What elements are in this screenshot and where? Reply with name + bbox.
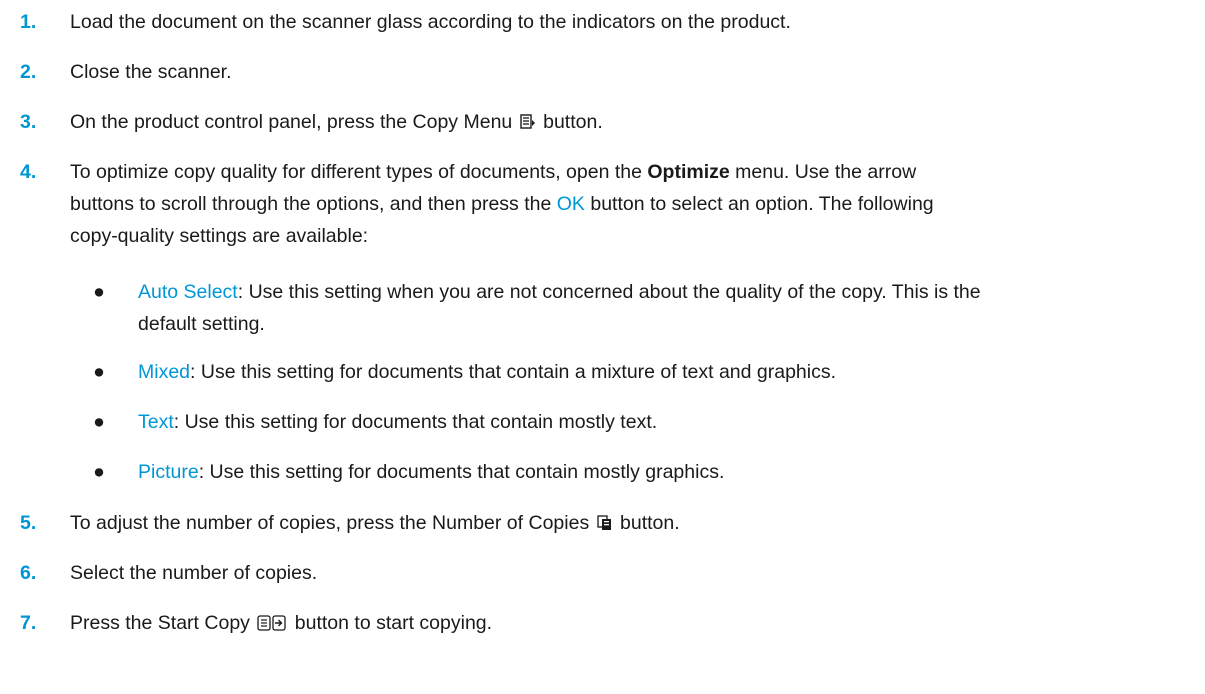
option-name: Picture <box>138 461 199 483</box>
option-description: : Use this setting when you are not conc… <box>237 281 981 303</box>
option-description-cont: default setting. <box>138 313 265 335</box>
bullet-icon: ● <box>93 411 105 433</box>
option-name: Auto Select <box>138 281 238 303</box>
step-number: 6. <box>20 562 37 584</box>
step-number: 7. <box>20 612 37 634</box>
step-text-before: To adjust the number of copies, press th… <box>70 512 590 534</box>
step-number: 2. <box>20 61 37 83</box>
text-run: buttons to scroll through the options, a… <box>70 193 552 215</box>
copy-menu-icon <box>519 114 536 130</box>
option-name: Mixed <box>138 361 191 383</box>
step-4: 4. To optimize copy quality for differen… <box>0 156 1200 256</box>
option-description: : Use this setting for documents that co… <box>190 361 837 383</box>
step-text: Press the Start Copy button to start cop… <box>70 607 1195 639</box>
step-4-line-2: buttons to scroll through the options, a… <box>70 188 1195 220</box>
ok-button-name: OK <box>556 193 585 215</box>
step-4-line-3: copy-quality settings are available: <box>70 225 369 247</box>
option-name: Text <box>138 411 174 433</box>
option-text: Mixed: Use this setting for documents th… <box>138 356 1198 388</box>
text-run: button to select an option. The followin… <box>590 193 934 215</box>
step-text: Close the scanner. <box>70 61 232 83</box>
step-number: 1. <box>20 11 37 33</box>
text-run: menu. Use the arrow <box>735 161 917 183</box>
option-description: : Use this setting for documents that co… <box>198 461 725 483</box>
document-page: 1. Load the document on the scanner glas… <box>0 0 1205 694</box>
step-number: 5. <box>20 512 37 534</box>
option-text: Auto Select: Use this setting when you a… <box>138 276 1198 340</box>
option-text: Text: Use this setting for documents tha… <box>138 406 1198 438</box>
option-text: Picture: Use this setting for documents … <box>138 456 1198 488</box>
step-number: 3. <box>20 111 37 133</box>
step-text: To optimize copy quality for different t… <box>70 156 1195 252</box>
bullet-icon: ● <box>93 361 105 383</box>
start-copy-icon <box>257 615 287 631</box>
step-text: To adjust the number of copies, press th… <box>70 507 1195 539</box>
step-text: Select the number of copies. <box>70 562 318 584</box>
step-text-after: button to start copying. <box>294 612 493 634</box>
step-text-before: Press the Start Copy <box>70 612 250 634</box>
option-auto-select: ● Auto Select: Use this setting when you… <box>0 276 1200 346</box>
step-4-line-1: To optimize copy quality for different t… <box>70 156 1195 188</box>
text-run: To optimize copy quality for different t… <box>70 161 642 183</box>
optimize-menu-name: Optimize <box>647 161 730 183</box>
step-text: Load the document on the scanner glass a… <box>70 11 791 33</box>
number-of-copies-icon <box>596 515 613 531</box>
step-text-after: button. <box>543 111 603 133</box>
step-text-after: button. <box>620 512 680 534</box>
step-text-before: On the product control panel, press the … <box>70 111 513 133</box>
bullet-icon: ● <box>93 281 105 303</box>
option-description: : Use this setting for documents that co… <box>173 411 658 433</box>
step-number: 4. <box>20 161 37 183</box>
bullet-icon: ● <box>93 461 105 483</box>
step-text: On the product control panel, press the … <box>70 106 1195 138</box>
